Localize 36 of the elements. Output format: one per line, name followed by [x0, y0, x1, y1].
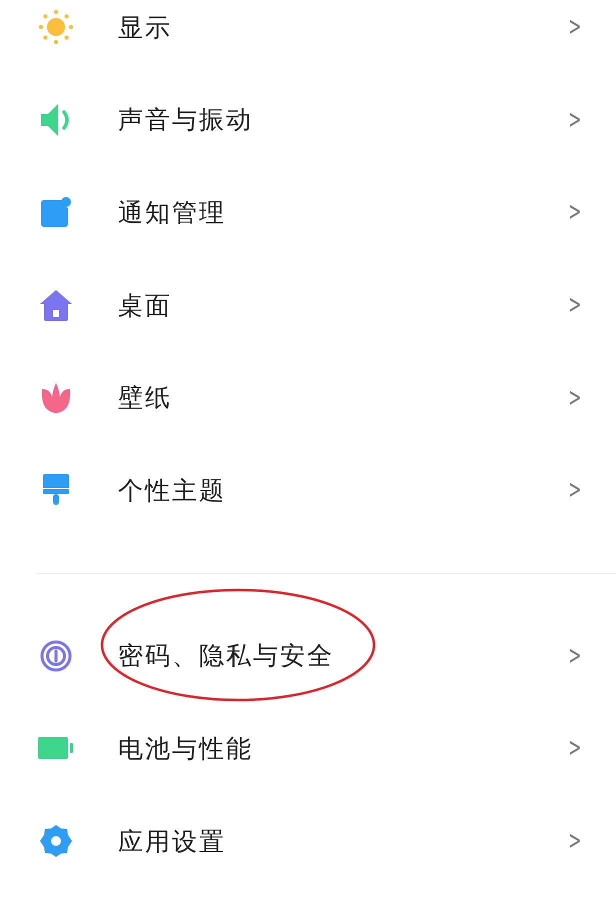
settings-label: 通知管理 [118, 196, 227, 229]
settings-item[interactable]: 桌面 > [0, 258, 616, 352]
settings-item[interactable]: 通知管理 > [0, 166, 616, 259]
settings-item[interactable]: 声音与振动 > [0, 74, 616, 166]
chevron-icon: > [568, 12, 582, 42]
chevron-icon: > [568, 826, 582, 856]
chevron-icon: > [568, 290, 582, 320]
settings-label: 桌面 [118, 290, 173, 322]
settings-item[interactable]: 壁纸 > [0, 351, 616, 444]
settings-label: 壁纸 [118, 382, 173, 414]
settings-item[interactable]: 显示 > [0, 0, 616, 74]
settings-label: 电池与性能 [118, 732, 254, 765]
chevron-icon: > [568, 733, 582, 764]
battery-icon [38, 737, 74, 760]
chevron-icon: > [568, 197, 582, 228]
settings-label: 声音与振动 [118, 104, 254, 136]
chevron-icon: > [568, 382, 582, 413]
chevron-icon: > [568, 640, 582, 671]
home-icon [39, 289, 73, 322]
settings-item[interactable]: 电池与性能 > [0, 702, 616, 795]
settings-item[interactable]: 应用设置 > [0, 794, 616, 888]
sun-icon [38, 9, 74, 46]
settings-label: 应用设置 [118, 826, 227, 858]
paintbrush-icon [42, 474, 70, 506]
chevron-icon: > [568, 104, 582, 135]
settings-item[interactable]: 个性主题 > [0, 444, 616, 537]
settings-item[interactable]: 密码、隐私与安全 > [0, 610, 616, 702]
settings-label: 密码、隐私与安全 [118, 640, 335, 672]
settings-label: 个性主题 [118, 474, 227, 507]
settings-icon [39, 824, 73, 858]
settings-label: 显示 [118, 12, 173, 44]
tulip-icon [41, 382, 71, 413]
notification-icon [40, 197, 72, 228]
speaker-icon [40, 102, 72, 137]
fingerprint-icon [40, 640, 72, 672]
chevron-icon: > [568, 475, 582, 506]
